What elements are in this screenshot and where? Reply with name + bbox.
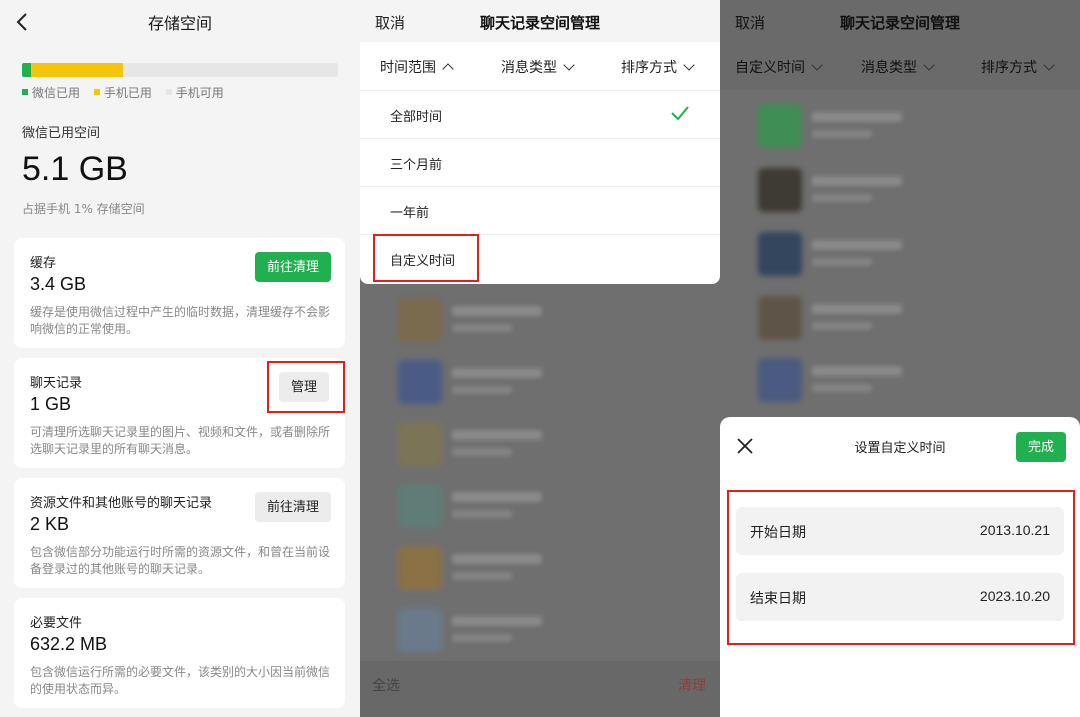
card-title: 聊天记录 [30, 376, 83, 391]
list-item [390, 538, 690, 594]
legend-phone: 手机已用 [93, 86, 152, 100]
list-item [390, 476, 690, 532]
clean-resources-button[interactable]: 前往清理 [254, 492, 331, 522]
list-item [750, 160, 1050, 216]
storage-bar [22, 63, 338, 77]
card-size: 1 GB [30, 394, 72, 414]
chevron-down-icon [563, 59, 575, 71]
list-item [390, 414, 690, 470]
resource-files-card: 资源文件和其他账号的聊天记录 2 KB 包含微信部分功能运行时所需的资源文件，和… [14, 478, 345, 588]
card-description: 缓存是使用微信过程中产生的临时数据，清理缓存不会影响微信的正常使用。 [30, 305, 331, 336]
nav-header: 取消 聊天记录空间管理 自定义时间 消息类型 排序方式 [720, 0, 1080, 90]
page-title: 存储空间 [147, 14, 212, 33]
chevron-down-icon [811, 59, 823, 71]
filter-message-type[interactable]: 消息类型 [861, 57, 935, 77]
storage-summary: 存储空间 微信已用 手机已用 手机可用 微信已用空间 5.1 GB 占据手机 1… [0, 0, 360, 230]
nav-header: 取消 聊天记录空间管理 [360, 0, 720, 42]
list-item [390, 600, 690, 656]
page-title: 聊天记录空间管理 [479, 14, 600, 32]
filter-message-type[interactable]: 消息类型 [501, 57, 575, 77]
card-description: 可清理所选聊天记录里的图片、视频和文件，或者删除所选聊天记录里的所有聊天消息。 [30, 425, 331, 456]
card-title: 资源文件和其他账号的聊天记录 [30, 496, 213, 511]
highlight-custom-time [373, 234, 479, 282]
option-one-year[interactable]: 一年前 [360, 187, 720, 235]
storage-bar-wechat [22, 63, 31, 77]
storage-legend: 微信已用 手机已用 手机可用 [22, 84, 234, 101]
clean-cache-button[interactable]: 前往清理 [254, 252, 331, 282]
clean-button[interactable]: 清理 [678, 675, 706, 695]
option-three-months[interactable]: 三个月前 [360, 139, 720, 187]
list-item [750, 224, 1050, 280]
storage-screen: 存储空间 微信已用 手机已用 手机可用 微信已用空间 5.1 GB 占据手机 1… [0, 0, 360, 717]
chevron-up-icon [442, 63, 454, 75]
wechat-used-subtitle: 占据手机 1% 存储空间 [22, 202, 145, 216]
essential-files-card: 必要文件 632.2 MB 包含微信运行所需的必要文件，该类别的大小因当前微信的… [14, 598, 345, 708]
card-title: 必要文件 [30, 616, 83, 631]
cache-card: 缓存 3.4 GB 缓存是使用微信过程中产生的临时数据，清理缓存不会影响微信的正… [14, 238, 345, 348]
chevron-down-icon [1043, 59, 1055, 71]
card-size: 632.2 MB [30, 634, 108, 654]
wechat-used-value: 5.1 GB [22, 150, 128, 188]
list-item [390, 352, 690, 408]
chevron-down-icon [923, 59, 935, 71]
list-item [750, 288, 1050, 344]
list-item [750, 350, 1050, 406]
legend-free: 手机可用 [165, 86, 224, 100]
card-title: 缓存 [30, 256, 57, 271]
check-icon [671, 106, 689, 121]
filter-sort[interactable]: 排序方式 [981, 57, 1055, 77]
highlight-manage [267, 361, 345, 413]
list-item [750, 96, 1050, 152]
filter-bar: 时间范围 消息类型 排序方式 [360, 42, 720, 90]
select-all-button[interactable]: 全选 [372, 675, 400, 695]
custom-time-screen: 取消 聊天记录空间管理 自定义时间 消息类型 排序方式 设置自定义时间 完成 开… [720, 0, 1080, 717]
chat-manage-screen: 取消 聊天记录空间管理 时间范围 消息类型 排序方式 全部时间 三个月前 一年前… [360, 0, 720, 717]
done-button[interactable]: 完成 [1015, 432, 1066, 462]
page-title: 聊天记录空间管理 [839, 14, 960, 32]
highlight-date-range [727, 490, 1075, 645]
card-size: 3.4 GB [30, 274, 87, 294]
bottom-action-bar: 全选 清理 [360, 661, 720, 717]
filter-sort[interactable]: 排序方式 [621, 57, 695, 77]
chevron-down-icon [683, 59, 695, 71]
legend-wechat: 微信已用 [22, 86, 80, 100]
card-size: 2 KB [30, 514, 70, 534]
filter-custom-time[interactable]: 自定义时间 [735, 57, 823, 77]
wechat-used-label: 微信已用空间 [22, 126, 101, 141]
card-description: 包含微信运行所需的必要文件，该类别的大小因当前微信的使用状态而异。 [30, 665, 331, 696]
storage-bar-phone [31, 63, 123, 77]
list-item [390, 290, 690, 346]
card-description: 包含微信部分功能运行时所需的资源文件，和曾在当前设备登录过的其他账号的聊天记录。 [30, 545, 331, 576]
filter-time-range[interactable]: 时间范围 [380, 57, 454, 77]
option-all-time[interactable]: 全部时间 [360, 91, 720, 139]
